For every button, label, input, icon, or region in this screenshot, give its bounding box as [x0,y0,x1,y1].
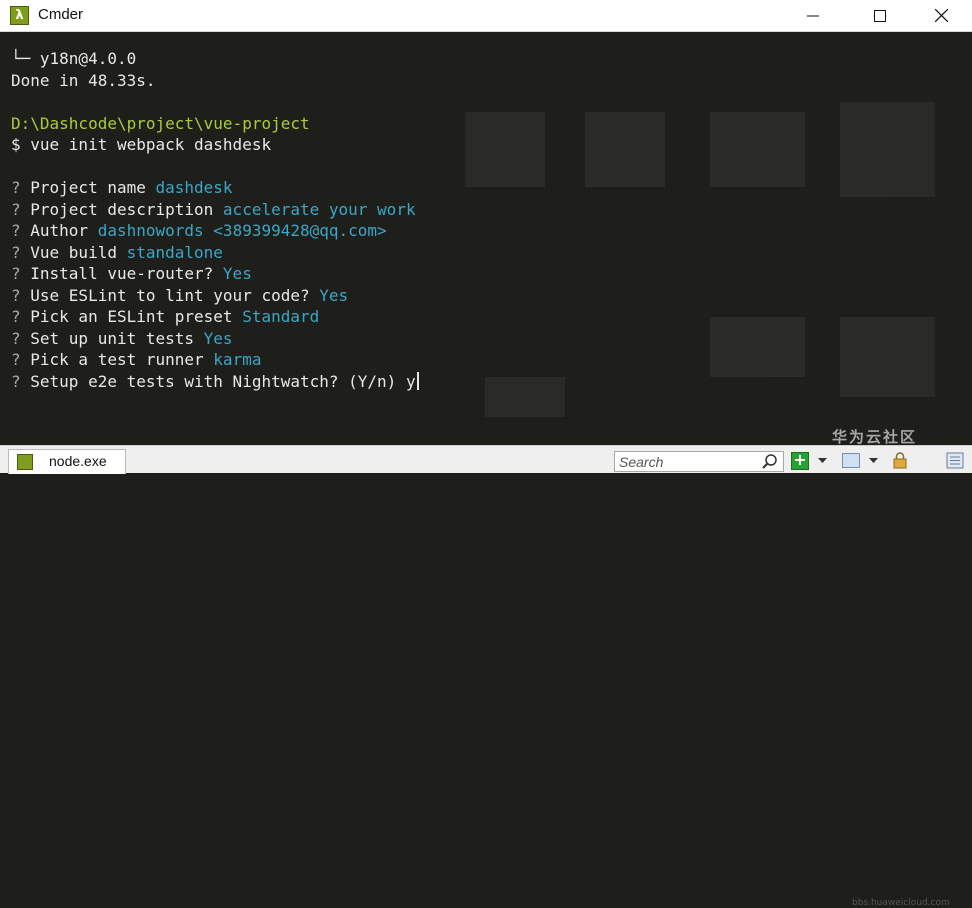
cmder-lambda-icon: λ [10,6,29,25]
terminal-line: ? Install vue-router? Yes [11,263,419,285]
window-title: Cmder [38,6,84,23]
terminal-line: └─ y18n@4.0.0 [11,48,419,70]
search-input[interactable] [619,453,759,470]
watermark-url: bbs.huaweicloud.com [852,898,950,908]
terminal-text: D:\Dashcode\project\vue-project [11,113,310,133]
chevron-down-icon[interactable] [818,458,827,464]
terminal-text: Project name [30,178,156,197]
terminal-line: ? Set up unit tests Yes [11,328,419,350]
lock-icon[interactable] [892,452,908,469]
terminal-text: Standard [242,307,320,326]
terminal-line: ? Project name dashdesk [11,177,419,199]
title-bar: λ Cmder [0,0,972,32]
terminal-text: accelerate your work [222,199,416,219]
terminal-output: └─ y18n@4.0.0 Done in 48.33s. D:\Dashcode\… [11,48,419,392]
cmder-tab-icon [17,454,33,470]
terminal-text: $ vue init webpack dashdesk [11,135,272,154]
close-button[interactable] [918,0,964,31]
menu-list-icon[interactable] [946,452,964,469]
minimize-icon [807,15,819,16]
terminal-text: Pick an ESLint preset [30,307,243,326]
text-cursor [416,371,419,390]
close-icon [934,9,948,22]
terminal-text: standalone [126,242,223,262]
terminal-text: Use ESLint to lint your code? [30,285,320,305]
terminal-text: Set up unit tests [30,328,204,348]
search-icon[interactable] [761,453,779,471]
maximize-icon [874,9,886,22]
terminal-text: ? [11,307,31,326]
terminal-text: dashnowords <389399428@qq.com> [97,221,387,240]
terminal-text: Setup e2e tests with Nightwatch? (Y/n) y [30,371,416,391]
chevron-down-icon[interactable] [869,458,878,464]
terminal-text: ? [11,285,31,305]
terminal-text: Pick a test runner [30,350,214,369]
terminal-text: Project description [30,199,223,219]
status-bar: node.exe + bbs.huaweicloud.com [0,445,972,908]
search-box[interactable] [614,451,784,472]
tab-label: node.exe [49,453,107,469]
terminal-line: ? Pick an ESLint preset Standard [11,306,419,328]
terminal-console[interactable]: └─ y18n@4.0.0 Done in 48.33s. D:\Dashcode\… [0,32,972,445]
watermark-logo: 华为云社区 [832,428,918,446]
terminal-text: Install vue-router? [30,264,223,283]
console-tab[interactable]: node.exe [8,449,126,474]
terminal-line: ? Setup e2e tests with Nightwatch? (Y/n)… [11,371,419,393]
terminal-line: ? Author dashnowords <389399428@qq.com> [11,220,419,242]
terminal-text: ? [11,328,31,348]
terminal-text: Yes [222,264,252,283]
terminal-line: ? Project description accelerate your wo… [11,199,419,221]
maximize-button[interactable] [857,0,903,31]
terminal-text: dashdesk [155,178,233,197]
terminal-text: Author [30,221,98,240]
terminal-line: $ vue init webpack dashdesk [11,134,419,156]
terminal-text: ? [11,199,31,219]
terminal-line: Done in 48.33s. [11,70,419,92]
terminal-text: karma [213,350,262,369]
terminal-text: ? [11,264,31,283]
minimize-button[interactable] [790,0,836,31]
terminal-text: └─ y18n@4.0.0 [11,49,137,68]
terminal-text: ? [11,178,31,197]
split-layout-icon[interactable] [842,453,860,468]
terminal-text: ? [11,371,31,391]
terminal-text: Yes [319,285,349,305]
terminal-text: Yes [203,328,233,348]
terminal-text: ? [11,350,31,369]
terminal-line: ? Pick a test runner karma [11,349,419,371]
terminal-text: Vue build [30,242,127,262]
terminal-text: ? [11,242,31,262]
terminal-text: ? [11,221,31,240]
terminal-text: Done in 48.33s. [11,70,156,90]
terminal-line: ? Vue build standalone [11,242,419,264]
terminal-line: D:\Dashcode\project\vue-project [11,113,419,135]
new-console-plus-icon[interactable]: + [791,452,809,470]
terminal-line: ? Use ESLint to lint your code? Yes [11,285,419,307]
